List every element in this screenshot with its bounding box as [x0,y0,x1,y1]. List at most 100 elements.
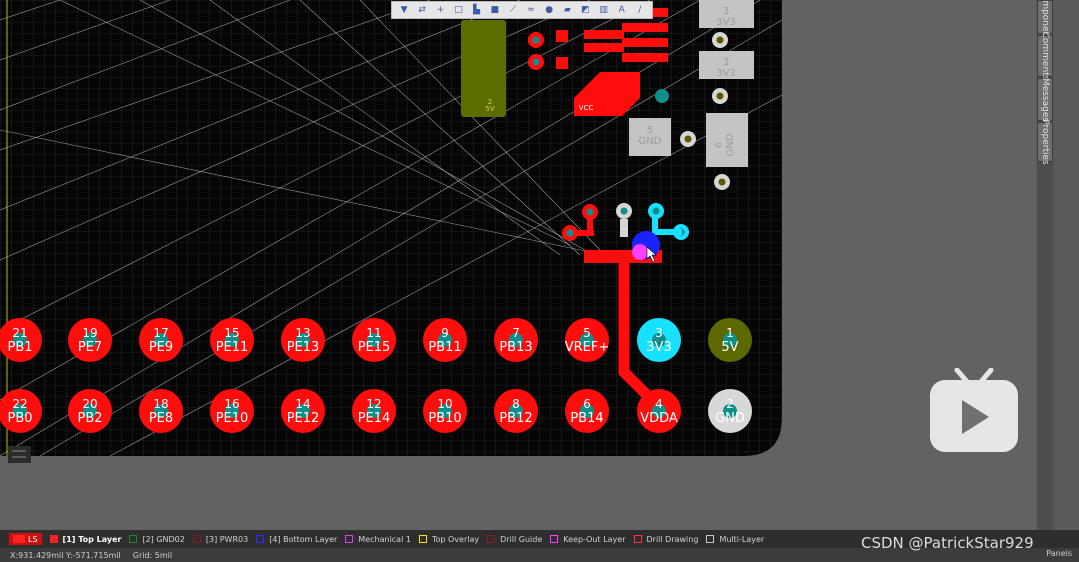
header-pad[interactable]: 33V3 [637,318,681,362]
component-c-5v[interactable]: 2 5V [461,20,506,117]
layer-tab[interactable]: Keep-Out Layer [550,534,626,544]
header-pad[interactable]: 17PE9 [139,318,183,362]
pad-net: 5V [721,340,738,355]
pad-net: PE11 [216,340,249,355]
layer-color-swatch [633,535,642,543]
right-edge [1053,0,1079,530]
layer-tab[interactable]: Mechanical 1 [345,535,411,544]
right-panel-tabs: Components Comments Messages Properties [1037,0,1053,530]
layer-color-swatch [418,535,427,543]
filter-icon[interactable]: ▼ [399,5,410,16]
align-icon[interactable]: ▙ [471,5,482,16]
layer-tab[interactable]: Drill Guide [487,535,542,544]
component-pad[interactable]: 6 GND [706,113,748,167]
pad-number: 21 [12,326,27,340]
layer-set-button[interactable]: LS [9,533,42,545]
panel-tab-messages[interactable]: Messages [1037,77,1053,122]
diff-pair-icon[interactable]: ≈ [526,5,537,16]
pcb-workspace[interactable]: 2 5V VCC 5 GND 6 GND 3 3V3 3 3V3 21 PB1 … [0,0,1036,530]
pcb-canvas[interactable]: 2 5V VCC 5GND 6 GND33V333V3 21PB119PE717… [0,0,1036,530]
pad-net: PB10 [428,411,461,426]
pad-net: PE7 [78,340,102,355]
select-rect-icon[interactable]: □ [453,5,464,16]
layer-tab[interactable]: Drill Drawing [633,534,699,544]
header-pad[interactable]: 20PB2 [68,389,112,433]
polygon-icon[interactable]: ▰ [562,5,573,16]
pad-net: 3V3 [716,68,736,79]
component-pad[interactable]: 5GND [629,118,671,156]
component-icon[interactable]: ■ [489,5,500,16]
pad-net: GND [715,411,745,426]
pad-net: PB2 [77,411,102,426]
layer-tab-label: Keep-Out Layer [563,534,626,544]
header-pad[interactable]: 5VREF+ [565,318,610,362]
pad-number: 11 [366,326,381,340]
header-pad[interactable]: 15PE11 [210,318,254,362]
vcc-label: VCC [579,104,594,112]
pad-net: PE10 [216,411,249,426]
layer-tab[interactable]: [2] GND02 [129,535,185,544]
via-icon[interactable]: ● [544,5,555,16]
layer-tab[interactable]: [4] Bottom Layer [256,535,337,544]
layer-tab-label: [4] Bottom Layer [269,534,338,544]
layer-tab[interactable]: [1] Top Layer [49,535,121,544]
header-pad[interactable]: 2GND [708,389,752,433]
header-pad[interactable]: 6PB14 [565,389,609,433]
header-pad[interactable]: 8PB12 [494,389,538,433]
interactive-route-icon[interactable]: ⟋ [507,5,518,16]
layer-color-swatch [706,535,715,543]
header-pad[interactable]: 18PE8 [139,389,183,433]
pad-net: VDDA [640,411,678,426]
keepout-icon[interactable]: ◩ [580,5,591,16]
pad-number: 6 [583,397,591,411]
header-pad[interactable]: 14PE12 [281,389,325,433]
component-pad[interactable]: 33V3 [699,51,754,79]
panel-tab-components[interactable]: Components [1037,0,1053,45]
pad-number: 3 [723,6,729,17]
pad-net: PB1 [7,340,32,355]
pad-number: 16 [224,397,239,411]
panels-button[interactable]: Panels [1046,549,1072,558]
layer-tab-label: Drill Guide [500,534,543,544]
layer-tab[interactable]: Multi-Layer [706,535,764,544]
layer-tab-label: Drill Drawing [646,534,699,544]
pad-number: 20 [82,397,97,411]
line-icon[interactable]: / [634,5,645,16]
pad-net: PB11 [428,340,461,355]
text-icon[interactable]: A [616,5,627,16]
header-pad[interactable]: 19PE7 [68,318,112,362]
crosshair-icon[interactable]: + [435,5,446,16]
header-pad[interactable]: 11PE15 [352,318,396,362]
layer-color-swatch [256,535,265,543]
header-pad[interactable]: 10PB10 [423,389,467,433]
layer-tab-label: Mechanical 1 [358,534,411,544]
pad-net: PE12 [287,411,320,426]
header-pad[interactable]: 16PE10 [210,389,254,433]
pad-net: PB12 [499,411,532,426]
header-pad[interactable]: 13PE13 [281,318,325,362]
header-pad[interactable]: 22PB0 [0,389,42,433]
panel-tab-properties[interactable]: Properties [1037,119,1053,165]
panel-tab-comments[interactable]: Comments [1037,32,1053,80]
board-grid [0,0,782,456]
header-pad[interactable]: 15V [708,318,752,362]
pad-net: PE8 [149,411,173,426]
header-pad[interactable]: 12PE14 [352,389,396,433]
layer-tab[interactable]: Top Overlay [418,535,479,544]
header-pad[interactable]: 9PB11 [423,318,467,362]
layer-tab[interactable]: [3] PWR03 [192,535,248,544]
pad-number: 12 [366,397,381,411]
pad-net: PE14 [358,411,391,426]
pad-number: 2 [726,397,734,411]
pad-number: 9 [441,326,449,340]
layer-color-swatch [129,535,138,543]
pad-number: 13 [295,326,310,340]
component-pad[interactable]: 33V3 [699,0,754,28]
dimension-icon[interactable]: ▥ [598,5,609,16]
header-pad[interactable]: 4VDDA [637,389,681,433]
route-icon[interactable]: ⇄ [417,5,428,16]
pad-number: 15 [224,326,239,340]
header-pad[interactable]: 7PB13 [494,318,538,362]
header-pad[interactable]: 21PB1 [0,318,42,362]
pad-number: 10 [437,397,452,411]
